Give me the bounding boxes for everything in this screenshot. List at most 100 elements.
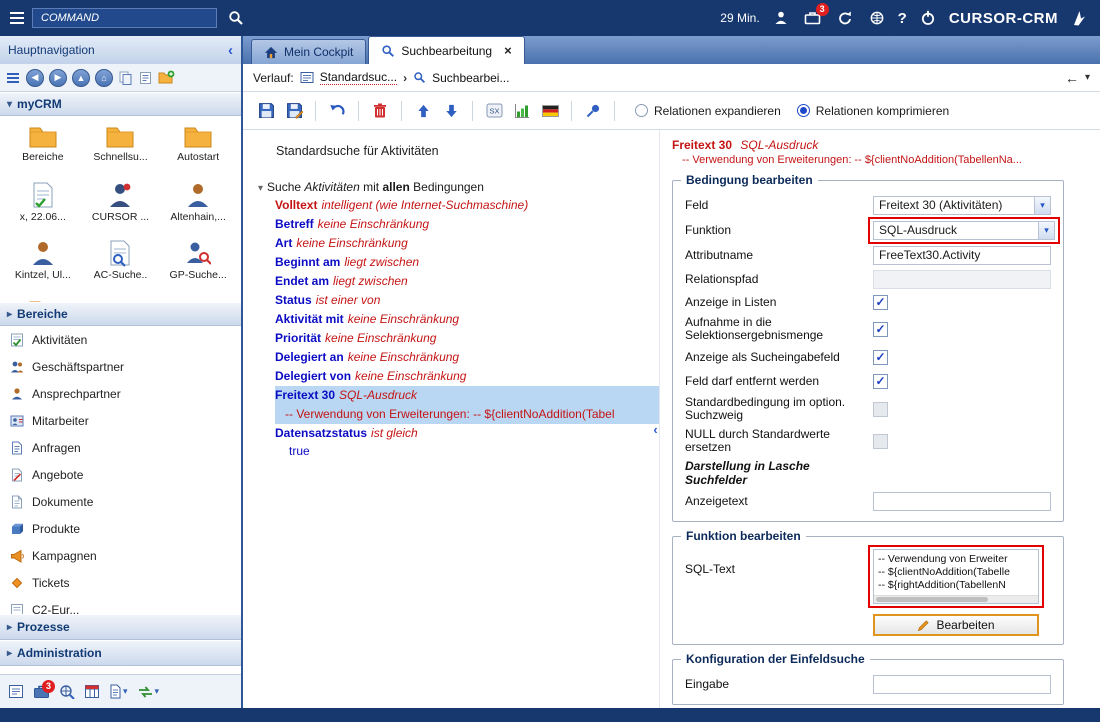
history-dropdown-icon[interactable]: ▾ bbox=[1085, 72, 1090, 83]
tree-node-betreff[interactable]: Betreffkeine Einschränkung bbox=[275, 215, 659, 234]
shortcut-schnellsuche[interactable]: Schnellsu... bbox=[82, 119, 160, 177]
panel-collapse-handle[interactable]: ‹ bbox=[650, 418, 660, 440]
statistics-icon[interactable] bbox=[511, 100, 533, 122]
tab-mein-cockpit[interactable]: Mein Cockpit bbox=[251, 39, 366, 64]
shortcut-gp-suche[interactable]: GP-Suche... bbox=[159, 235, 237, 293]
paste-icon[interactable] bbox=[138, 70, 153, 85]
delete-button[interactable] bbox=[369, 100, 391, 122]
radio-relationen-expandieren[interactable]: Relationen expandieren bbox=[635, 104, 781, 118]
sidebar-item-geschaeftspartner[interactable]: Geschäftspartner bbox=[0, 353, 241, 380]
pin-icon[interactable] bbox=[582, 100, 604, 122]
tree-node-datensatzstatus[interactable]: Datensatzstatusist gleich bbox=[275, 424, 659, 443]
language-flag-icon[interactable] bbox=[539, 100, 561, 122]
close-tab-icon[interactable]: × bbox=[504, 43, 512, 58]
radio-relationen-komprimieren[interactable]: Relationen komprimieren bbox=[797, 104, 949, 118]
sidebar-item-ansprechpartner[interactable]: Ansprechpartner bbox=[0, 380, 241, 407]
eingabe-field[interactable] bbox=[873, 675, 1051, 694]
collapse-sidebar-icon[interactable]: ‹ bbox=[228, 42, 233, 59]
horizontal-scrollbar[interactable] bbox=[874, 595, 1038, 603]
sidebar-menu-icon[interactable] bbox=[5, 71, 21, 85]
anzeigetext-field[interactable] bbox=[873, 492, 1051, 511]
shortcut-kintzel[interactable]: Kintzel, Ul... bbox=[4, 235, 82, 293]
tree-node-endet-am[interactable]: Endet amliegt zwischen bbox=[275, 272, 659, 291]
tab-suchbearbeitung[interactable]: Suchbearbeitung × bbox=[368, 36, 524, 64]
shortcut-ac-suche[interactable]: AC-Suche.. bbox=[82, 235, 160, 293]
web-search-icon[interactable] bbox=[59, 684, 75, 699]
sidebar-item-kampagnen[interactable]: Kampagnen bbox=[0, 542, 241, 569]
history-icon[interactable] bbox=[300, 71, 314, 84]
breadcrumb-item-suchbearbeitung[interactable]: Suchbearbei... bbox=[432, 71, 509, 85]
new-folder-icon[interactable] bbox=[158, 70, 175, 85]
anzeige-in-listen-checkbox[interactable] bbox=[873, 295, 888, 310]
history-back-icon[interactable]: ← bbox=[1065, 70, 1079, 86]
copy-icon[interactable] bbox=[118, 70, 133, 85]
mycrm-section-header[interactable]: ▾ myCRM bbox=[0, 92, 241, 116]
sidebar-item-c2[interactable]: C2-Eur... bbox=[0, 596, 241, 614]
search-icon[interactable] bbox=[225, 7, 247, 29]
table-icon[interactable] bbox=[84, 684, 100, 699]
tree-node-aktivitaet-mit[interactable]: Aktivität mitkeine Einschränkung bbox=[275, 310, 659, 329]
tasks-briefcase-icon[interactable]: 3 bbox=[802, 7, 824, 29]
shortcut-autostart[interactable]: Autostart bbox=[159, 119, 237, 177]
move-down-button[interactable] bbox=[440, 100, 462, 122]
details-header-condition: SQL-Ausdruck bbox=[740, 138, 818, 152]
command-input[interactable] bbox=[32, 8, 217, 28]
chevron-down-icon[interactable]: ▾ bbox=[1034, 197, 1050, 214]
sidebar-item-angebote[interactable]: Angebote bbox=[0, 461, 241, 488]
report-icon[interactable] bbox=[8, 684, 24, 699]
feld-dropdown[interactable]: Freitext 30 (Aktivitäten) ▾ bbox=[873, 196, 1051, 215]
tree-node-delegiert-von[interactable]: Delegiert vonkeine Einschränkung bbox=[275, 367, 659, 386]
sql-text-area[interactable]: -- Verwendung von Erweiter -- ${clientNo… bbox=[873, 549, 1039, 604]
save-button[interactable] bbox=[255, 100, 277, 122]
tree-node-freitext30-selected[interactable]: Freitext 30SQL-Ausdruck -- Verwendung vo… bbox=[275, 386, 659, 424]
sucheingabefeld-checkbox[interactable] bbox=[873, 350, 888, 365]
tree-root-node[interactable]: ▾Suche Aktivitäten mit allen Bedingungen bbox=[258, 180, 659, 194]
expander-icon[interactable]: ▾ bbox=[258, 183, 263, 194]
prozesse-section-header[interactable]: ▸ Prozesse bbox=[0, 614, 241, 640]
tree-node-prioritaet[interactable]: Prioritätkeine Einschränkung bbox=[275, 329, 659, 348]
administration-section-header[interactable]: ▸ Administration bbox=[0, 640, 241, 666]
tree-node-status[interactable]: Statusist einer von bbox=[275, 291, 659, 310]
sync-button[interactable]: ▾ bbox=[137, 685, 160, 699]
tree-node-art[interactable]: Artkeine Einschränkung bbox=[275, 234, 659, 253]
user-icon[interactable] bbox=[770, 7, 792, 29]
attributname-field[interactable]: FreeText30.Activity bbox=[873, 246, 1051, 265]
globe-icon[interactable] bbox=[866, 7, 888, 29]
chevron-down-icon[interactable]: ▾ bbox=[1038, 222, 1054, 239]
new-document-button[interactable]: ▾ bbox=[109, 684, 128, 699]
briefcase-tasks-icon[interactable]: 3 bbox=[33, 684, 50, 699]
bereiche-section-header[interactable]: ▸ Bereiche bbox=[0, 302, 241, 326]
menu-icon[interactable] bbox=[10, 12, 24, 24]
sidebar-item-aktivitaeten[interactable]: Aktivitäten bbox=[0, 326, 241, 353]
feld-entfernen-checkbox[interactable] bbox=[873, 374, 888, 389]
sidebar-item-dokumente[interactable]: Dokumente bbox=[0, 488, 241, 515]
tree-node-volltext[interactable]: Volltextintelligent (wie Internet-Suchma… bbox=[275, 196, 659, 215]
save-as-button[interactable] bbox=[283, 100, 305, 122]
power-icon[interactable] bbox=[917, 7, 939, 29]
field-row-relationspfad: Relationspfad bbox=[685, 267, 1051, 291]
sidebar-item-produkte[interactable]: Produkte bbox=[0, 515, 241, 542]
shortcut-altenhain[interactable]: Altenhain,... bbox=[159, 177, 237, 235]
shortcut-cursor-contact[interactable]: CURSOR ... bbox=[82, 177, 160, 235]
tree-node-delegiert-an[interactable]: Delegiert ankeine Einschränkung bbox=[275, 348, 659, 367]
aufnahme-selektion-checkbox[interactable] bbox=[873, 322, 888, 337]
shortcut-suche-1[interactable]: x, 22.06... bbox=[4, 177, 82, 235]
funktion-dropdown[interactable]: SQL-Ausdruck ▾ bbox=[873, 221, 1055, 240]
sidebar-item-mitarbeiter[interactable]: Mitarbeiter bbox=[0, 407, 241, 434]
undo-button[interactable] bbox=[326, 100, 348, 122]
bearbeiten-button[interactable]: Bearbeiten bbox=[873, 614, 1039, 636]
nav-forward-button[interactable]: ▶ bbox=[49, 69, 67, 87]
shortcut-bereiche[interactable]: Bereiche bbox=[4, 119, 82, 177]
move-up-button[interactable] bbox=[412, 100, 434, 122]
breadcrumb-item-standardsuche[interactable]: Standardsuc... bbox=[320, 70, 397, 85]
sql-preview-icon[interactable]: SX bbox=[483, 100, 505, 122]
nav-home-button[interactable]: ⌂ bbox=[95, 69, 113, 87]
nav-up-button[interactable]: ▲ bbox=[72, 69, 90, 87]
sidebar-item-anfragen[interactable]: Anfragen bbox=[0, 434, 241, 461]
sidebar-item-tickets[interactable]: Tickets bbox=[0, 569, 241, 596]
tree-node-beginnt-am[interactable]: Beginnt amliegt zwischen bbox=[275, 253, 659, 272]
nav-back-button[interactable]: ◀ bbox=[26, 69, 44, 87]
help-icon[interactable]: ? bbox=[898, 10, 907, 27]
shortcut-clipped[interactable] bbox=[4, 293, 82, 302]
refresh-icon[interactable] bbox=[834, 7, 856, 29]
